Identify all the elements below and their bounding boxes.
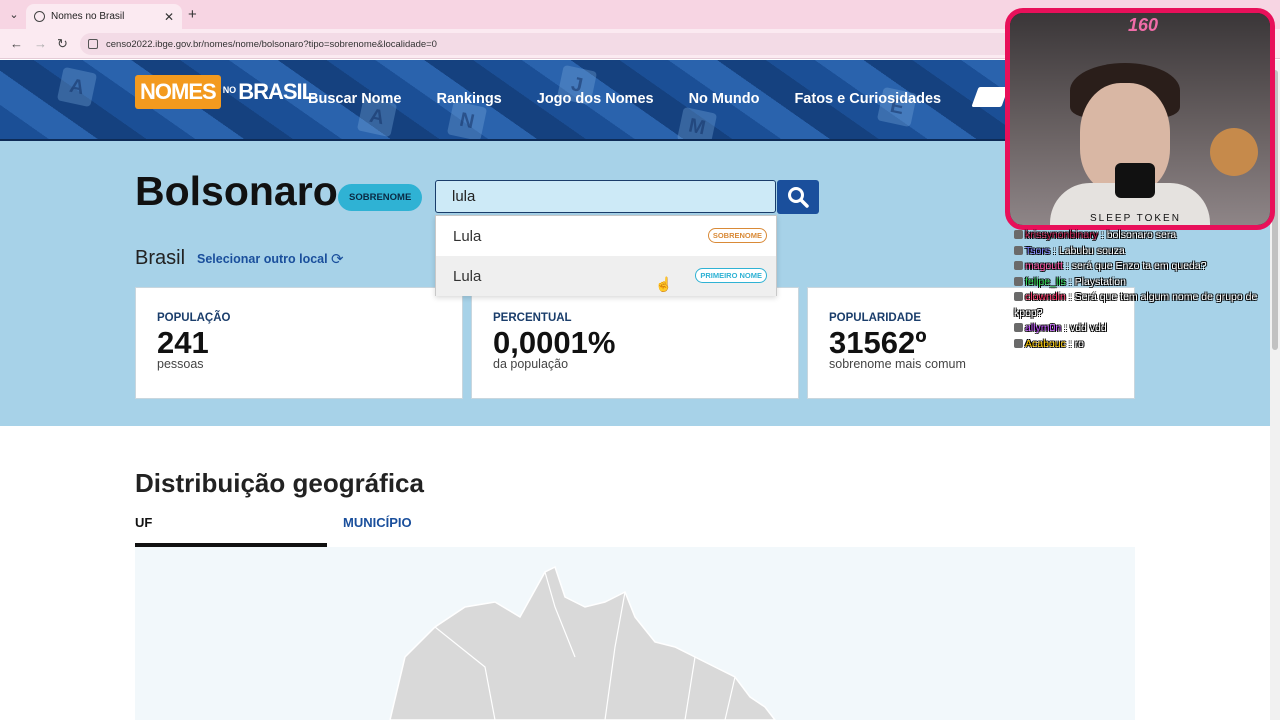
brazil-map-shape (389, 565, 776, 720)
chat-badge-icon (1014, 276, 1023, 286)
chat-badge-icon (1014, 323, 1023, 332)
suggestion-type-badge: SOBRENOME (707, 228, 767, 243)
stat-card-population: POPULAÇÃO 241 pessoas (135, 287, 463, 399)
nav-rankings[interactable]: Rankings (436, 91, 501, 107)
stream-counter: 160 (1128, 15, 1159, 35)
suggestion-name: Lula (453, 267, 482, 285)
chat-message: clowndin : Será que tem algum nome de gr… (1014, 290, 1274, 321)
browser-tab[interactable]: Nomes no Brasil ✕ (26, 4, 182, 29)
microphone-icon (1115, 163, 1155, 198)
stat-unit: da população (493, 357, 569, 371)
chat-text: vdd vdd (1069, 322, 1107, 334)
stat-card-percentage: PERCENTUAL 0,0001% da população (471, 287, 799, 399)
name-type-badge: SOBRENOME (338, 184, 423, 211)
chat-username: Acabouc (1025, 337, 1066, 350)
logo-brasil: BRASIL (238, 79, 315, 104)
chat-message: Tsors : Labubu souza (1014, 244, 1274, 260)
tab-municipio[interactable]: MUNICÍPIO (343, 515, 412, 530)
search-input[interactable] (435, 180, 776, 213)
cookie-plush-icon (1210, 128, 1258, 176)
chat-text: será que Enzo ta em queda? (1071, 260, 1207, 272)
section-title: Distribuição geográfica (135, 468, 424, 498)
chat-message: Acabouc : ro (1014, 337, 1274, 353)
hand-cursor-icon: ☝ (655, 276, 673, 292)
webcam-overlay: 160 SLEEP TOKEN (1005, 8, 1275, 230)
forward-icon[interactable]: → (34, 36, 47, 51)
chat-badge-icon (1014, 338, 1023, 348)
search-icon (788, 187, 809, 208)
suggestion-item[interactable]: Lula PRIMEIRO NOME (436, 256, 776, 296)
chat-text: ro (1074, 337, 1084, 350)
search-button[interactable] (777, 180, 819, 214)
chat-message: felipe_lis : Playstation (1014, 275, 1274, 291)
chat-separator: : (1062, 260, 1072, 272)
suggestion-name: Lula (453, 227, 482, 245)
chat-badge-icon (1014, 230, 1023, 239)
chat-badge-icon (1014, 292, 1023, 301)
nav-no-mundo[interactable]: No Mundo (689, 91, 760, 107)
back-icon[interactable]: ← (10, 36, 23, 51)
tab-title: Nomes no Brasil (51, 11, 125, 22)
select-location-link[interactable]: Selecionar outro local (197, 252, 328, 266)
chat-separator: : (1050, 244, 1059, 257)
chat-username: Tsors (1025, 244, 1051, 257)
new-tab-icon[interactable]: + (188, 6, 197, 23)
stat-unit: sobrenome mais comum (829, 357, 966, 371)
logo-nomes: NOMES (135, 75, 221, 109)
close-tab-icon[interactable]: ✕ (164, 10, 174, 24)
chat-username: felipe_lis (1025, 275, 1066, 288)
decorative-letter-tile: M (676, 106, 718, 139)
tab-search-chevron-icon[interactable]: ⌄ (6, 7, 22, 23)
main-nav: Buscar Nome Rankings Jogo dos Nomes No M… (308, 91, 976, 107)
search-suggestions: Lula SOBRENOME Lula PRIMEIRO NOME (435, 215, 777, 296)
chat-message: magoutt : será que Enzo ta em queda? (1014, 259, 1274, 275)
reload-icon[interactable]: ↻ (57, 36, 68, 52)
stat-unit: pessoas (157, 357, 204, 371)
suggestion-item[interactable]: Lula SOBRENOME (436, 216, 776, 256)
location-label: Brasil (135, 247, 186, 269)
site-info-icon[interactable] (88, 39, 98, 49)
stat-label: PERCENTUAL (493, 312, 572, 324)
chat-username: krissynonbinary (1025, 229, 1098, 241)
suggestion-type-badge: PRIMEIRO NOME (695, 268, 767, 283)
chat-username: allym0n (1025, 322, 1062, 334)
chat-text: Playstation (1074, 275, 1126, 288)
chat-text: bolsonaro sera (1106, 229, 1177, 241)
ibge-logo-icon[interactable] (971, 87, 1009, 107)
chat-separator: : (1097, 229, 1107, 241)
nav-jogo-dos-nomes[interactable]: Jogo dos Nomes (537, 91, 654, 107)
globe-icon (34, 11, 45, 22)
stream-chat: krissynonbinary : bolsonaro sera Tsors : … (1014, 228, 1274, 352)
refresh-icon[interactable]: ⟳ (331, 252, 344, 267)
chat-separator: : (1065, 291, 1075, 303)
page-title: Bolsonaro (135, 168, 338, 214)
chat-message: krissynonbinary : bolsonaro sera (1014, 228, 1274, 244)
chat-username: magoutt (1025, 260, 1063, 272)
nav-buscar-nome[interactable]: Buscar Nome (308, 91, 401, 107)
url-text: censo2022.ibge.gov.br/nomes/nome/bolsona… (106, 38, 437, 50)
chat-separator: : (1065, 337, 1075, 350)
chat-badge-icon (1014, 261, 1023, 270)
stat-label: POPULAÇÃO (157, 312, 231, 324)
chat-separator: : (1061, 322, 1070, 334)
shirt-text: SLEEP TOKEN (1090, 213, 1181, 224)
stat-value: 0,0001% (493, 325, 616, 360)
brazil-map[interactable] (135, 547, 1135, 720)
address-bar[interactable]: censo2022.ibge.gov.br/nomes/nome/bolsona… (80, 33, 1020, 55)
nav-fatos-curiosidades[interactable]: Fatos e Curiosidades (794, 91, 941, 107)
chat-text: Labubu souza (1058, 244, 1125, 257)
chat-username: clowndin (1025, 291, 1066, 303)
decorative-letter-tile: A (56, 66, 98, 108)
logo-no: NO (222, 85, 237, 95)
chat-badge-icon (1014, 245, 1023, 255)
site-logo[interactable]: NOMES NO BRASIL (135, 75, 315, 109)
chat-separator: : (1065, 275, 1075, 288)
stat-value: 241 (157, 325, 209, 360)
chat-message: allym0n : vdd vdd (1014, 321, 1274, 337)
tab-uf[interactable]: UF (135, 515, 152, 530)
